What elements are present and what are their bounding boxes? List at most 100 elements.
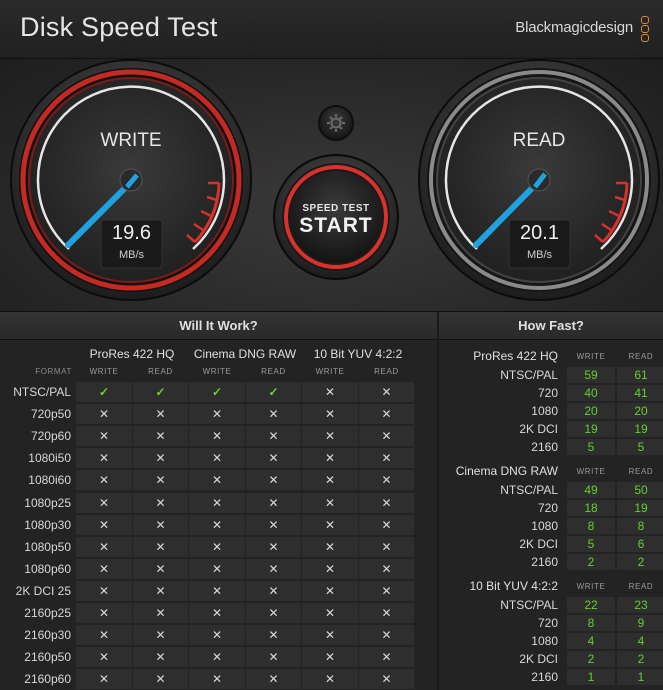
- cross-icon: ✕: [302, 625, 358, 646]
- cross-icon: ✕: [76, 448, 132, 469]
- read-speed: 50: [617, 482, 663, 498]
- write-subheader: WRITE: [576, 352, 606, 361]
- format-label: 2160: [531, 670, 558, 684]
- cross-icon: ✕: [302, 580, 358, 601]
- write-unit: MB/s: [118, 249, 145, 261]
- read-subheader: READ: [374, 367, 399, 376]
- cross-icon: ✕: [189, 536, 245, 557]
- cross-icon: ✕: [133, 536, 188, 557]
- format-label: 1080: [531, 519, 558, 533]
- cross-icon: ✕: [246, 625, 301, 646]
- start-button-line1: SPEED TEST: [302, 203, 370, 214]
- read-subheader: READ: [628, 467, 654, 476]
- speed-row: 1080 4 4: [439, 632, 663, 650]
- check-icon: ✓: [133, 382, 188, 402]
- cross-icon: ✕: [246, 669, 301, 690]
- read-speed: 4: [617, 633, 663, 649]
- format-label: 1080: [531, 404, 558, 418]
- format-label: NTSC/PAL: [500, 483, 558, 497]
- start-button-line2: START: [299, 214, 373, 237]
- cross-icon: ✕: [189, 580, 245, 601]
- table-row: 2160p60 ✕ ✕ ✕ ✕ ✕ ✕: [0, 668, 437, 690]
- cross-icon: ✕: [302, 536, 358, 557]
- cross-icon: ✕: [302, 669, 358, 690]
- cross-icon: ✕: [133, 426, 188, 447]
- gauge-area: WRITE 19.6 MB/s READ 20.1 MB/s SPEED TES…: [0, 59, 663, 312]
- write-value: 19.6: [112, 222, 151, 244]
- cross-icon: ✕: [76, 625, 132, 646]
- table-row: 1080p25 ✕ ✕ ✕ ✕ ✕ ✕: [0, 492, 437, 514]
- format-label: 720p50: [30, 407, 71, 422]
- read-speed: 9: [617, 615, 663, 631]
- read-subheader: READ: [261, 367, 286, 376]
- brand-logo-icon: [641, 16, 651, 44]
- write-speed: 19: [567, 421, 615, 437]
- format-label: 2160p30: [24, 628, 71, 643]
- read-subheader: READ: [148, 367, 173, 376]
- group-name: Cinema DNG RAW: [455, 464, 558, 478]
- cross-icon: ✕: [302, 647, 358, 668]
- speed-row: 720 8 9: [439, 614, 663, 632]
- cross-icon: ✕: [189, 647, 245, 668]
- cross-icon: ✕: [359, 492, 414, 513]
- group-name: 10 Bit YUV 4:2:2: [469, 579, 559, 593]
- cross-icon: ✕: [133, 625, 188, 646]
- speed-row: 720 40 41: [439, 384, 663, 402]
- cross-icon: ✕: [302, 492, 358, 513]
- cross-icon: ✕: [359, 382, 414, 402]
- cross-icon: ✕: [359, 647, 414, 668]
- table-row: 1080i50 ✕ ✕ ✕ ✕ ✕ ✕: [0, 447, 437, 469]
- cross-icon: ✕: [246, 492, 301, 513]
- cross-icon: ✕: [359, 669, 414, 690]
- format-label: 2K DCI: [519, 537, 558, 551]
- how-fast-title: How Fast?: [439, 312, 663, 340]
- speed-row: 2K DCI 5 6: [439, 535, 663, 553]
- cross-icon: ✕: [246, 536, 301, 557]
- cross-icon: ✕: [359, 448, 414, 469]
- read-speed: 19: [617, 421, 663, 437]
- cross-icon: ✕: [76, 514, 132, 535]
- speed-row: NTSC/PAL 59 61: [439, 366, 663, 384]
- read-speed: 6: [617, 536, 663, 552]
- speed-row: 2160 2 2: [439, 553, 663, 571]
- cross-icon: ✕: [76, 536, 132, 557]
- read-speed: 8: [617, 518, 663, 534]
- cross-icon: ✕: [246, 580, 301, 601]
- table-row: 1080p50 ✕ ✕ ✕ ✕ ✕ ✕: [0, 536, 437, 558]
- format-label: NTSC/PAL: [13, 385, 71, 399]
- format-label: 1080p50: [24, 539, 71, 554]
- speed-row: 1080 8 8: [439, 517, 663, 535]
- table-row: 2160p50 ✕ ✕ ✕ ✕ ✕ ✕: [0, 646, 437, 668]
- read-unit: MB/s: [526, 249, 553, 261]
- cross-icon: ✕: [359, 404, 414, 425]
- cross-icon: ✕: [359, 625, 414, 646]
- table-row: 2K DCI 25 ✕ ✕ ✕ ✕ ✕ ✕: [0, 580, 437, 602]
- cross-icon: ✕: [133, 404, 188, 425]
- cross-icon: ✕: [76, 426, 132, 447]
- cross-icon: ✕: [133, 448, 188, 469]
- write-gauge: [10, 59, 252, 301]
- cross-icon: ✕: [246, 470, 301, 491]
- check-icon: ✓: [189, 382, 245, 402]
- read-speed: 1: [617, 669, 663, 685]
- cross-icon: ✕: [76, 647, 132, 668]
- format-label: 1080p30: [24, 517, 71, 532]
- cross-icon: ✕: [302, 426, 358, 447]
- column-header: ProRes 422 HQ: [89, 347, 175, 361]
- format-label: 2K DCI 25: [15, 583, 71, 598]
- write-subheader: WRITE: [202, 367, 232, 376]
- cross-icon: ✕: [246, 514, 301, 535]
- settings-button[interactable]: [318, 105, 354, 141]
- column-header: 10 Bit YUV 4:2:2: [313, 347, 403, 361]
- format-label: 1080p60: [24, 561, 71, 576]
- cross-icon: ✕: [302, 558, 358, 579]
- format-label: 2160p50: [24, 650, 71, 665]
- write-subheader: WRITE: [89, 367, 119, 376]
- cross-icon: ✕: [76, 492, 132, 513]
- cross-icon: ✕: [189, 404, 245, 425]
- format-label: 2160p25: [24, 606, 71, 620]
- cross-icon: ✕: [133, 669, 188, 690]
- cross-icon: ✕: [76, 470, 132, 491]
- format-label: 720: [537, 616, 558, 630]
- table-row: 720p60 ✕ ✕ ✕ ✕ ✕ ✕: [0, 425, 437, 447]
